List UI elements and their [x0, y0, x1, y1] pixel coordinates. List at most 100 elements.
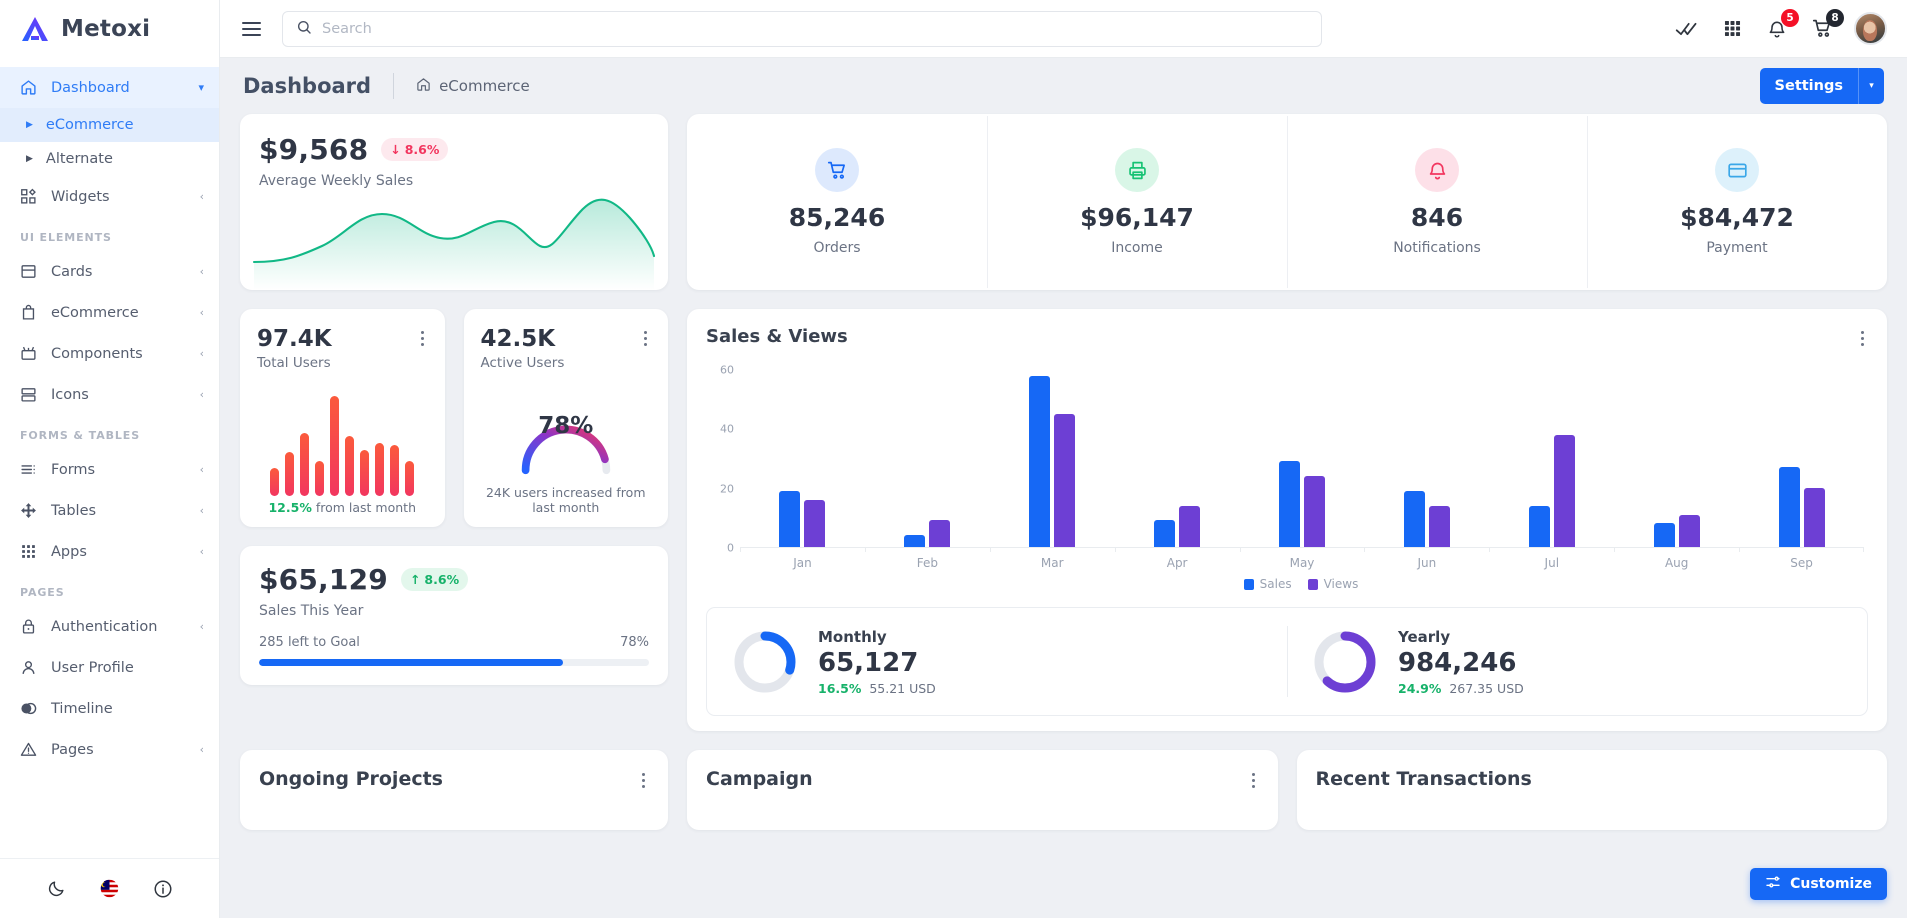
sidebar-item-icons[interactable]: Icons ‹ — [0, 374, 219, 415]
sales-year-goal-text: 285 left to Goal — [259, 635, 360, 650]
donut-pct: 16.5% — [818, 680, 862, 696]
sidebar-item-timeline[interactable]: Timeline — [0, 688, 219, 729]
legend-item-views[interactable]: Views — [1307, 577, 1358, 591]
sales-year-value: $65,129 — [259, 563, 388, 596]
tables-icon — [18, 501, 38, 521]
legend-item-sales[interactable]: Sales — [1243, 577, 1292, 591]
bar-views[interactable] — [1803, 488, 1825, 547]
active-users-gauge-value: 78% — [538, 413, 594, 439]
bar-sales[interactable] — [1778, 467, 1800, 547]
chevron-left-icon: ‹ — [199, 347, 204, 360]
sidebar-section-forms: FORMS & TABLES — [20, 429, 141, 442]
stat-label: Income — [1111, 240, 1163, 256]
info-icon[interactable] — [153, 879, 173, 899]
kebab-menu-icon[interactable] — [638, 768, 649, 793]
lock-icon — [18, 617, 38, 637]
donut-pct: 24.9% — [1398, 680, 1442, 696]
sidebar-item-components[interactable]: Components ‹ — [0, 333, 219, 374]
bar-sales[interactable] — [779, 490, 801, 547]
sliders-icon — [1765, 874, 1781, 894]
sidebar-item-alternate[interactable]: ▶ Alternate — [0, 142, 219, 176]
settings-button[interactable]: Settings ▾ — [1759, 68, 1884, 104]
active-users-label: Active Users — [480, 355, 565, 371]
kebab-menu-icon[interactable] — [1857, 326, 1868, 351]
total-users-bar-chart — [257, 371, 428, 500]
sidebar: Metoxi Dashboard ▾ ▶ eCommerce ▶ Alterna… — [0, 0, 220, 918]
topbar-actions: 5 8 — [1674, 8, 1887, 45]
search-box[interactable] — [282, 10, 1322, 47]
sidebar-item-ecommerce[interactable]: ▶ eCommerce — [0, 108, 219, 142]
user-icon — [18, 658, 38, 678]
stat-value: 846 — [1410, 203, 1464, 232]
sidebar-item-cards[interactable]: Cards ‹ — [0, 251, 219, 292]
kebab-menu-icon[interactable] — [417, 326, 428, 351]
bar-group — [864, 370, 990, 552]
sidebar-item-forms[interactable]: Forms ‹ — [0, 449, 219, 490]
mini-bar — [360, 449, 370, 496]
bar-sales[interactable] — [1154, 520, 1176, 547]
customize-button[interactable]: Customize — [1750, 868, 1887, 900]
y-tick-label: 40 — [720, 422, 734, 436]
breadcrumb[interactable]: eCommerce — [416, 77, 530, 96]
bar-views[interactable] — [1054, 414, 1076, 547]
bar-views[interactable] — [804, 499, 826, 547]
x-tick-label: Jun — [1417, 556, 1437, 570]
sidebar-item-authentication[interactable]: Authentication ‹ — [0, 606, 219, 647]
mini-bar — [285, 451, 295, 496]
bar-sales[interactable] — [1653, 523, 1675, 547]
sidebar-item-label: Timeline — [51, 700, 113, 717]
sidebar-item-dashboard[interactable]: Dashboard ▾ — [0, 67, 219, 108]
apps-grid-icon[interactable] — [1719, 16, 1745, 42]
double-check-icon[interactable] — [1674, 16, 1700, 42]
bar-views[interactable] — [1179, 505, 1201, 547]
bar-sales[interactable] — [1029, 375, 1051, 547]
customize-button-label: Customize — [1790, 876, 1872, 892]
sidebar-item-pages[interactable]: Pages ‹ — [0, 729, 219, 770]
hamburger-menu-icon[interactable] — [238, 14, 268, 44]
sidebar-item-widgets[interactable]: Widgets ‹ — [0, 176, 219, 217]
weekly-sales-label: Average Weekly Sales — [259, 173, 414, 189]
bar-sales[interactable] — [904, 535, 926, 547]
sidebar-item-user-profile[interactable]: User Profile — [0, 647, 219, 688]
x-tick-label: Sep — [1790, 556, 1813, 570]
kebab-menu-icon[interactable] — [640, 326, 651, 351]
brand[interactable]: Metoxi — [0, 0, 219, 58]
campaign-title: Campaign — [706, 768, 813, 790]
notifications-bell-icon[interactable]: 5 — [1764, 8, 1799, 42]
icons-icon — [18, 385, 38, 405]
sidebar-item-label: eCommerce — [51, 304, 139, 321]
cart-icon[interactable]: 8 — [1809, 8, 1844, 42]
caret-right-icon: ▶ — [26, 154, 33, 164]
sidebar-item-ecommerce-ui[interactable]: eCommerce ‹ — [0, 292, 219, 333]
total-users-value: 97.4K — [257, 326, 332, 352]
avatar[interactable] — [1854, 12, 1887, 45]
bar-group — [1114, 370, 1240, 552]
donut-amount: 55.21 USD — [869, 680, 936, 696]
donut-value: 65,127 — [818, 647, 919, 678]
bar-views[interactable] — [1304, 476, 1325, 547]
bar-views[interactable] — [929, 520, 951, 547]
bar-sales[interactable] — [1403, 490, 1425, 547]
dark-mode-icon[interactable] — [47, 879, 66, 898]
chart-y-axis: 60 40 20 0 — [706, 364, 740, 555]
chevron-left-icon: ‹ — [199, 620, 204, 633]
bar-views[interactable] — [1553, 434, 1575, 547]
bar-views[interactable] — [1428, 505, 1450, 547]
sidebar-nav: Dashboard ▾ ▶ eCommerce ▶ Alternate Widg… — [0, 58, 219, 858]
sidebar-item-apps[interactable]: Apps ‹ — [0, 531, 219, 572]
language-flag-icon[interactable] — [99, 878, 120, 899]
sidebar-item-label: Tables — [51, 502, 97, 519]
bar-sales[interactable] — [1279, 461, 1300, 547]
weekly-sales-delta: 8.6% — [404, 142, 440, 157]
user-stats-row: 97.4K Total Users 12.5% from last month — [240, 309, 668, 527]
kebab-menu-icon[interactable] — [1248, 768, 1259, 793]
chevron-down-icon[interactable]: ▾ — [1858, 68, 1884, 104]
sales-year-progress-track — [259, 659, 649, 666]
search-input[interactable] — [322, 20, 1308, 37]
average-weekly-sales-card: $9,568 ↓ 8.6% Average Weekly Sales — [240, 114, 668, 290]
caret-right-icon: ▶ — [26, 120, 33, 130]
sidebar-item-tables[interactable]: Tables ‹ — [0, 490, 219, 531]
y-tick-label: 0 — [727, 541, 734, 555]
bar-views[interactable] — [1678, 514, 1700, 547]
bar-sales[interactable] — [1528, 505, 1550, 547]
